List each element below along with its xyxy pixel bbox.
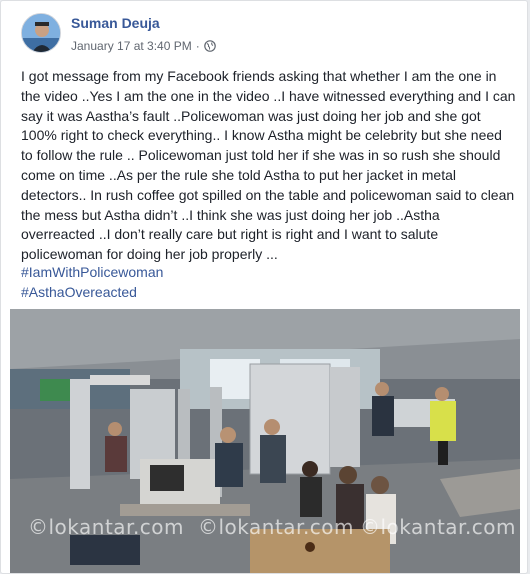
- post-photo[interactable]: ©lokantar.com ©lokantar.com ©lokantar.co…: [10, 309, 520, 573]
- avatar-image: [22, 14, 60, 52]
- meta-separator: ·: [195, 39, 200, 53]
- hashtag-link[interactable]: #AsthaOvereacted: [21, 283, 163, 303]
- post-card: Suman Deuja January 17 at 3:40 PM · I go…: [0, 0, 528, 574]
- avatar[interactable]: [21, 13, 61, 53]
- post-timestamp[interactable]: January 17 at 3:40 PM: [71, 39, 192, 53]
- post-header: Suman Deuja January 17 at 3:40 PM ·: [21, 13, 501, 57]
- watermark-text: ©lokantar.com: [360, 515, 517, 539]
- globe-icon[interactable]: [203, 40, 216, 52]
- watermark-text: ©lokantar.com: [198, 515, 355, 539]
- post-body-text: I got message from my Facebook friends a…: [21, 68, 516, 263]
- hashtag-link[interactable]: #IamWithPolicewoman: [21, 263, 163, 283]
- watermark-text: ©lokantar.com: [28, 515, 185, 539]
- post-meta: January 17 at 3:40 PM ·: [71, 39, 216, 53]
- hashtag-list: #IamWithPolicewoman #AsthaOvereacted: [21, 263, 163, 302]
- author-name[interactable]: Suman Deuja: [71, 15, 160, 31]
